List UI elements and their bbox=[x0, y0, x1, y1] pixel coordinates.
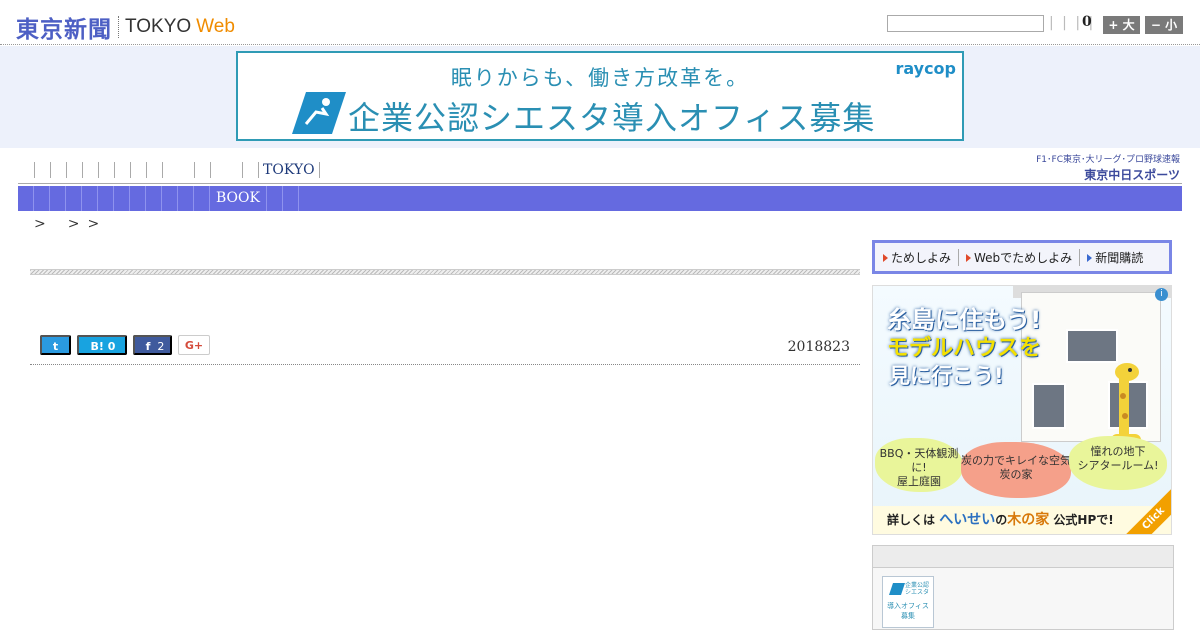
breadcrumb: > > > bbox=[34, 216, 121, 232]
arrow-right-icon bbox=[966, 253, 972, 262]
section-nav-item[interactable] bbox=[162, 186, 178, 211]
breadcrumb-separator: > bbox=[67, 216, 80, 232]
section-nav-item[interactable] bbox=[18, 186, 34, 211]
site-logo[interactable]: 東京新聞 TOKYO Web bbox=[16, 10, 235, 44]
ad-footer-mid: の bbox=[995, 513, 1008, 527]
sidebar-ad[interactable]: 糸島に住もう! モデルハウスを 見に行こう! BBQ・天体観測に! 屋上庭園 炭… bbox=[872, 285, 1172, 535]
web-trial-read-link[interactable]: Webでためしよみ bbox=[966, 249, 1081, 266]
section-nav-item[interactable] bbox=[66, 186, 82, 211]
facebook-share-button[interactable]: f2 bbox=[133, 335, 172, 355]
ad-headline-3: 見に行こう! bbox=[889, 364, 1004, 388]
trial-read-link[interactable]: ためしよみ bbox=[883, 249, 960, 266]
nav-item[interactable] bbox=[66, 162, 82, 178]
section-nav-item-book[interactable]: BOOK bbox=[210, 186, 267, 211]
font-size-increase-button[interactable]: + 大 bbox=[1103, 16, 1140, 34]
banner-headline: 眠りからも、働き方改革を。 bbox=[450, 66, 750, 90]
logo-english: TOKYO bbox=[125, 16, 192, 37]
primary-nav: TOKYO bbox=[18, 158, 1182, 184]
ad-bubble-rooftop: BBQ・天体観測に! 屋上庭園 bbox=[875, 438, 963, 492]
nav-item-tokyo[interactable]: TOKYO bbox=[258, 162, 320, 178]
font-size-decrease-button[interactable]: − 小 bbox=[1145, 16, 1183, 34]
section-nav-item[interactable] bbox=[146, 186, 162, 211]
nav-item[interactable] bbox=[194, 162, 210, 178]
subscribe-box: ためしよみ Webでためしよみ 新聞購読 bbox=[872, 240, 1172, 274]
breadcrumb-separator: > bbox=[34, 216, 46, 232]
sidebar-box: 企業公認 シエスタ 導入オフィス 募集 bbox=[872, 545, 1174, 630]
subscribe-link[interactable]: 新聞購読 bbox=[1087, 249, 1150, 266]
breadcrumb-separator: > bbox=[87, 216, 100, 232]
twitter-share-button[interactable]: t bbox=[40, 335, 71, 355]
nav-item[interactable] bbox=[114, 162, 130, 178]
thumbnail-caption: 導入オフィス 募集 bbox=[887, 602, 929, 620]
share-row: t B! 0 f2 G+ 2018823 bbox=[30, 334, 860, 365]
google-plus-icon: G+ bbox=[184, 339, 204, 352]
section-nav-item[interactable] bbox=[82, 186, 98, 211]
section-nav-item[interactable] bbox=[114, 186, 130, 211]
logo-japanese: 東京新聞 bbox=[16, 17, 112, 43]
nav-item[interactable] bbox=[162, 162, 194, 178]
arrow-right-icon bbox=[1087, 253, 1093, 262]
publish-date: 2018823 bbox=[787, 339, 850, 355]
thumbnail-text: 企業公認 シエスタ bbox=[905, 582, 930, 596]
arrow-right-icon bbox=[883, 253, 888, 262]
section-nav-item[interactable] bbox=[50, 186, 66, 211]
font-size-count: 0 bbox=[1082, 14, 1092, 30]
siesta-chair-icon bbox=[292, 92, 346, 134]
nav-item[interactable] bbox=[34, 162, 50, 178]
banner-subheadline: 企業公認シエスタ導入オフィス募集 bbox=[348, 99, 876, 137]
chunichi-tagline: F1･FC東京･大リーグ･プロ野球速報 bbox=[1036, 155, 1180, 165]
banner-brand: raycop bbox=[895, 59, 956, 78]
nav-item[interactable] bbox=[50, 162, 66, 178]
nav-item[interactable] bbox=[242, 162, 258, 178]
siesta-thumbnail-ad[interactable]: 企業公認 シエスタ 導入オフィス 募集 bbox=[882, 576, 934, 628]
trial-read-label: ためしよみ bbox=[891, 251, 952, 265]
chunichi-sports-link[interactable]: F1･FC東京･大リーグ･プロ野球速報 東京中日スポーツ bbox=[1024, 152, 1180, 182]
nav-item[interactable] bbox=[82, 162, 98, 178]
ad-info-icon[interactable]: i bbox=[1155, 288, 1168, 301]
ad-footer-prefix: 詳しくは bbox=[887, 513, 936, 527]
subscribe-label: 新聞購読 bbox=[1095, 251, 1144, 265]
ad-footer-ki: 木の家 bbox=[1007, 512, 1050, 528]
nav-item[interactable] bbox=[130, 162, 146, 178]
ad-bubble-charcoal: 炭の力でキレイな空気 炭の家 bbox=[961, 442, 1071, 498]
nav-item[interactable] bbox=[210, 162, 242, 178]
web-trial-read-label: Webでためしよみ bbox=[974, 251, 1073, 265]
siesta-chair-icon bbox=[889, 583, 905, 595]
section-nav-item[interactable] bbox=[194, 186, 210, 211]
ad-headline-2: モデルハウスを bbox=[887, 336, 1042, 361]
search-input[interactable] bbox=[887, 15, 1044, 32]
ad-footer-brand: へいせい bbox=[939, 512, 996, 528]
twitter-icon: t bbox=[52, 340, 59, 353]
facebook-share-count: 2 bbox=[157, 340, 165, 353]
logo-web: Web bbox=[196, 16, 235, 37]
hatena-icon: B! 0 bbox=[90, 340, 116, 353]
site-header: 東京新聞 TOKYO Web | | | | 0 + 大 − 小 bbox=[0, 0, 1200, 45]
section-nav-item[interactable] bbox=[34, 186, 50, 211]
top-banner-area: 眠りからも、働き方改革を。 企業公認シエスタ導入オフィス募集 raycop bbox=[0, 46, 1200, 148]
section-nav-item[interactable] bbox=[130, 186, 146, 211]
ad-footer: 詳しくは へいせいの木の家 公式HPで! bbox=[873, 506, 1171, 534]
facebook-icon: f bbox=[145, 340, 151, 353]
google-plus-share-button[interactable]: G+ bbox=[178, 335, 210, 355]
section-nav: BOOK bbox=[18, 186, 1182, 211]
section-nav-item[interactable] bbox=[178, 186, 194, 211]
chunichi-logo: 東京中日スポーツ bbox=[1084, 168, 1180, 182]
ad-footer-suffix: 公式HPで! bbox=[1053, 513, 1114, 527]
sidebar-box-header bbox=[873, 546, 1173, 568]
top-banner-ad[interactable]: 眠りからも、働き方改革を。 企業公認シエスタ導入オフィス募集 raycop bbox=[236, 51, 964, 141]
nav-item[interactable] bbox=[146, 162, 162, 178]
section-nav-item[interactable] bbox=[283, 186, 299, 211]
nav-item[interactable] bbox=[98, 162, 114, 178]
hatena-bookmark-button[interactable]: B! 0 bbox=[77, 335, 127, 355]
article-title-rule bbox=[30, 269, 860, 275]
section-nav-item[interactable] bbox=[267, 186, 283, 211]
ad-bubble-theater: 憧れの地下 シアタールーム! bbox=[1069, 436, 1167, 490]
section-nav-item[interactable] bbox=[98, 186, 114, 211]
logo-divider bbox=[118, 16, 119, 38]
